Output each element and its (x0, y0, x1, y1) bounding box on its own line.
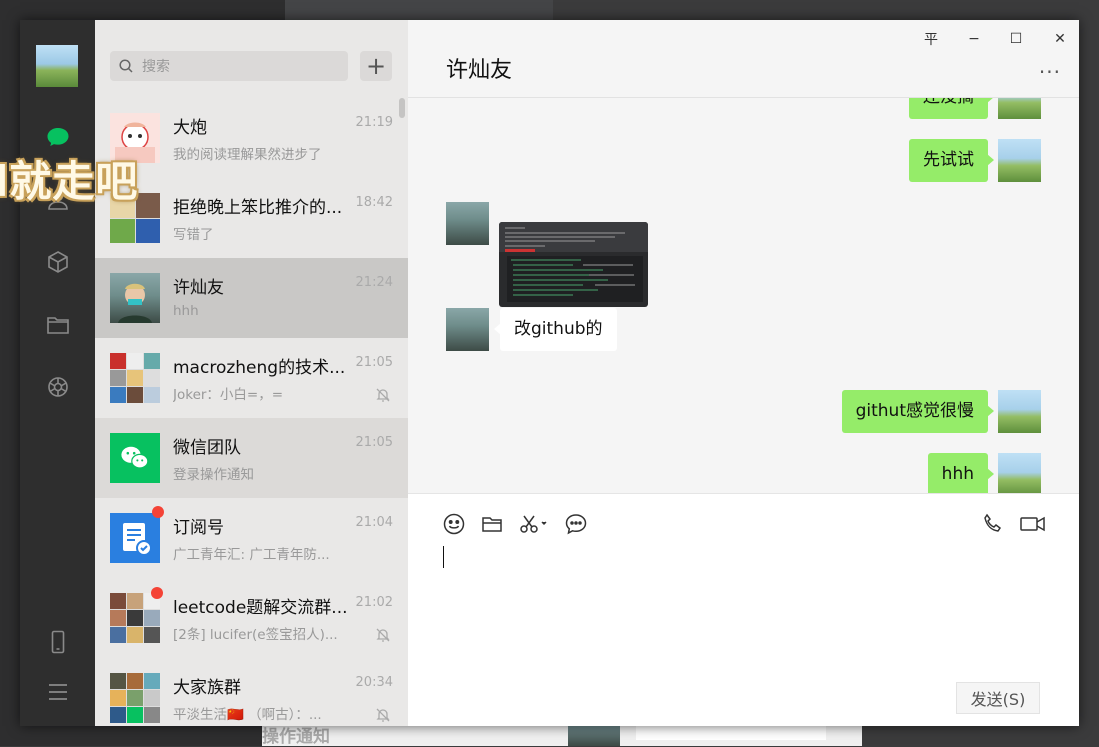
folder-icon[interactable] (44, 311, 72, 339)
chat-name: 许灿友 (173, 278, 224, 298)
chat-item[interactable]: macrozheng的技术... 21:05 Joker：小白=，= (95, 338, 408, 418)
voice-call-icon[interactable] (981, 512, 1005, 536)
chat-time: 21:04 (355, 515, 393, 530)
chat-history-icon[interactable] (564, 512, 588, 536)
group-avatar (110, 353, 160, 403)
maximize-button[interactable]: ☐ (1001, 28, 1031, 50)
my-avatar[interactable] (998, 390, 1041, 433)
file-icon[interactable] (480, 512, 504, 536)
close-button[interactable]: ✕ (1045, 28, 1075, 50)
chat-preview: 我的阅读理解果然进步了 (173, 147, 322, 163)
chat-name: macrozheng的技术... (173, 358, 346, 378)
message-bubble[interactable]: 改github的 (494, 308, 617, 351)
chat-item[interactable]: 大炮 21:19 我的阅读理解果然进步了 (95, 98, 408, 178)
chat-name: leetcode题解交流群... (173, 598, 348, 618)
chat-item[interactable]: 微信团队 21:05 登录操作通知 (95, 418, 408, 498)
message-bubble[interactable]: githut感觉很慢 (841, 390, 995, 433)
chat-item[interactable]: 订阅号 21:04 广工青年汇: 广工青年防... (95, 498, 408, 578)
moments-icon[interactable] (44, 373, 72, 401)
chat-preview: Joker：小白=，= (173, 387, 284, 403)
search-box[interactable] (110, 51, 348, 83)
plus-icon: + (365, 52, 387, 80)
overlay-caption: l就走吧 (0, 157, 139, 206)
chat-item[interactable]: leetcode题解交流群... 21:02 [2条] lucifer(e签宝招… (95, 578, 408, 658)
more-button[interactable]: ··· (1039, 60, 1061, 84)
group-avatar (110, 673, 160, 723)
background-bubble (636, 726, 826, 740)
message-list[interactable]: 还没搞 先试试 改github的 githut感 (408, 98, 1079, 493)
chat-preview: 广工青年汇: 广工青年防... (173, 547, 330, 563)
chat-item-selected[interactable]: 许灿友 21:24 hhh (95, 258, 408, 338)
chat-name: 大家族群 (173, 678, 241, 698)
chat-time: 21:19 (355, 115, 393, 130)
chat-name: 订阅号 (173, 518, 224, 538)
video-call-icon[interactable] (1019, 512, 1047, 536)
subscription-avatar (110, 513, 160, 563)
background-avatar (568, 726, 620, 746)
mute-bell-icon (376, 708, 390, 722)
send-button[interactable]: 发送(S) (956, 682, 1040, 714)
search-input[interactable] (140, 51, 344, 83)
chat-list: + 大炮 21:19 我的阅读理解果然进步了 拒绝晚上笨比推介的... 18:4… (95, 20, 408, 726)
wechat-team-avatar (110, 433, 160, 483)
chat-preview: hhh (173, 303, 199, 319)
chat-avatar (110, 273, 160, 323)
chat-time: 21:05 (355, 435, 393, 450)
message-bubble[interactable]: 还没搞 (909, 98, 994, 119)
menu-icon[interactable] (44, 678, 72, 706)
chat-time: 18:42 (355, 195, 393, 210)
emoji-icon[interactable] (442, 512, 466, 536)
pin-button[interactable]: 平 (916, 28, 946, 50)
chat-time: 21:24 (355, 275, 393, 290)
chat-preview: 平淡生活🇨🇳 （啊古）：... (173, 707, 322, 723)
peer-avatar[interactable] (446, 202, 489, 245)
chat-time: 20:34 (355, 675, 393, 690)
unread-dot (152, 506, 164, 518)
group-avatar (110, 593, 160, 643)
nav-sidebar (20, 20, 95, 726)
my-avatar[interactable] (998, 139, 1041, 182)
message-bubble[interactable]: hhh (927, 453, 995, 493)
chat-preview: [2条] lucifer(e签宝招人)... (173, 627, 338, 643)
mute-bell-icon (376, 628, 390, 642)
chat-name: 微信团队 (173, 438, 241, 458)
minimize-button[interactable]: − (959, 28, 989, 50)
chat-item[interactable]: 大家族群 20:34 平淡生活🇨🇳 （啊古）：... (95, 658, 408, 726)
message-bubble[interactable]: 先试试 (909, 139, 994, 182)
chat-preview: 登录操作通知 (173, 467, 254, 483)
phone-icon[interactable] (44, 628, 72, 656)
chat-title: 许灿友 (446, 58, 513, 83)
chat-icon[interactable] (44, 123, 72, 151)
my-avatar[interactable] (998, 98, 1041, 119)
image-message[interactable] (499, 222, 648, 307)
chat-name: 大炮 (173, 118, 207, 138)
mute-bell-icon (376, 388, 390, 402)
chat-panel: 平 − ☐ ✕ 许灿友 ··· 还没搞 先试试 (408, 20, 1079, 726)
my-avatar[interactable] (998, 453, 1041, 493)
favorites-icon[interactable] (44, 248, 72, 276)
wechat-window: + 大炮 21:19 我的阅读理解果然进步了 拒绝晚上笨比推介的... 18:4… (20, 20, 1079, 726)
add-button[interactable]: + (360, 51, 392, 81)
chat-time: 21:05 (355, 355, 393, 370)
screenshot-scissors-icon[interactable] (518, 512, 548, 536)
chat-name: 拒绝晚上笨比推介的... (173, 198, 343, 218)
search-icon (119, 59, 133, 73)
text-caret (443, 546, 444, 568)
peer-avatar[interactable] (446, 308, 489, 351)
unread-dot (151, 587, 163, 599)
chat-item[interactable]: 拒绝晚上笨比推介的... 18:42 写错了 (95, 178, 408, 258)
chat-preview: 写错了 (173, 227, 214, 243)
chat-time: 21:02 (355, 595, 393, 610)
my-avatar[interactable] (36, 45, 78, 87)
input-area[interactable]: 发送(S) (408, 493, 1079, 726)
